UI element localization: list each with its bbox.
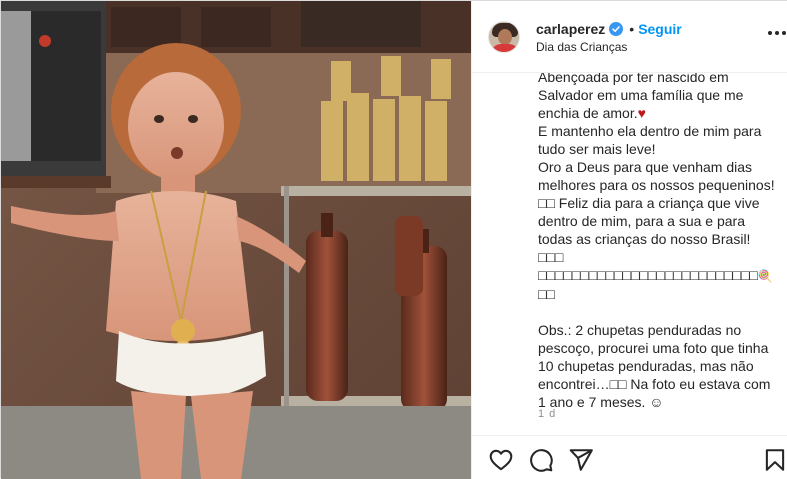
bookmark-icon[interactable] [762, 447, 787, 473]
caption-line: melhores para os nossos pequeninos! [538, 177, 775, 193]
post-dialog: carlaperez • Seguir Dia das Crianças Abe… [0, 0, 787, 479]
caption-line: enchia de amor.♥ [538, 104, 778, 122]
caption-line: E mantenho ela dentro de mim para [538, 123, 762, 139]
avatar[interactable] [488, 21, 520, 53]
caption-line: Oro a Deus para que venham dias [538, 159, 753, 175]
avatar-shirt [491, 44, 519, 52]
heart-emoji: ♥ [637, 105, 646, 121]
caption-line-text: □□□□□□□□□□□□□□□□□□□□□□□□□□ [538, 267, 758, 283]
post-photo[interactable] [1, 1, 471, 479]
lollipop-emoji: 🍭 [757, 269, 773, 283]
caption-line: Salvador em uma família que me [538, 87, 744, 103]
comment-icon[interactable] [528, 447, 554, 473]
caption-line: Obs.: 2 chupetas penduradas no [538, 322, 742, 338]
more-options-icon[interactable] [768, 31, 786, 37]
caption-line: Abençoada por ter nascido em [538, 73, 729, 85]
avatar-face [498, 29, 512, 45]
caption-line: □□ [538, 286, 555, 302]
caption-line-text: enchia de amor. [538, 105, 638, 121]
caption-line: pescoço, procurei uma foto que tinha [538, 340, 769, 356]
caption-line: tudo ser mais leve! [538, 141, 656, 157]
vintage-child-photo [1, 1, 471, 479]
share-icon[interactable] [568, 447, 594, 473]
caption-line: dentro de mim, para a sua e para [538, 213, 746, 229]
follow-button[interactable]: Seguir [638, 21, 682, 37]
post-time-ago[interactable]: 1 d [538, 408, 556, 420]
caption-gap [538, 303, 778, 321]
post-header: carlaperez • Seguir Dia das Crianças [472, 1, 787, 73]
caption-line: todas as crianças do nosso Brasil! □□□ [538, 231, 751, 265]
post-actions-bar [472, 435, 787, 479]
location-link[interactable]: Dia das Crianças [536, 40, 627, 54]
caption-line: encontrei…□□ Na foto eu estava com [538, 376, 771, 392]
caption-scroll-area[interactable]: Abençoada por ter nascido em Salvador em… [472, 73, 787, 435]
post-side-panel: carlaperez • Seguir Dia das Crianças Abe… [471, 1, 787, 479]
user-row: carlaperez • Seguir [536, 21, 682, 37]
heart-icon[interactable] [488, 447, 514, 473]
caption-line: □□□□□□□□□□□□□□□□□□□□□□□□□□🍭 [538, 266, 778, 285]
verified-badge-icon [609, 22, 624, 36]
caption-line: 1 ano e 7 meses. ☺ [538, 394, 664, 410]
username-link[interactable]: carlaperez [536, 21, 605, 37]
caption-line: 10 chupetas penduradas, mas não [538, 358, 754, 374]
separator-dot: • [629, 21, 635, 37]
caption-line: □□ Feliz dia para a criança que vive [538, 195, 760, 211]
caption-text: Abençoada por ter nascido em Salvador em… [538, 73, 778, 411]
